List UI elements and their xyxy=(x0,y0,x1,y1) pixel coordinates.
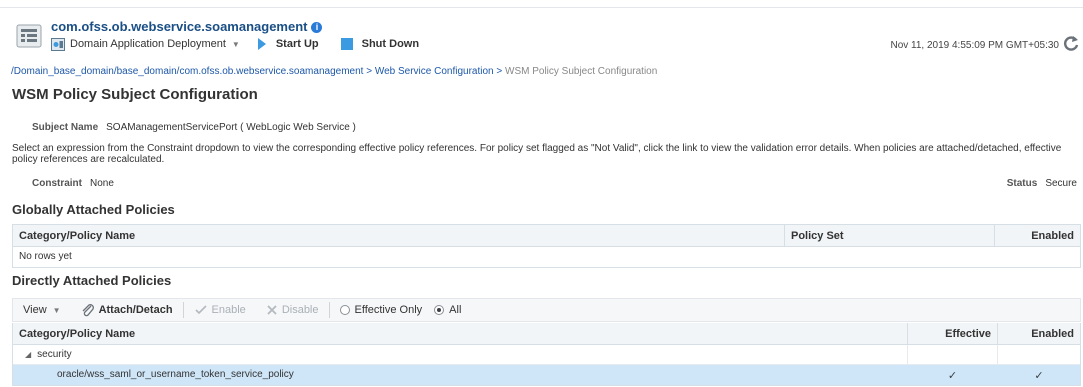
radio-unselected[interactable] xyxy=(339,305,350,315)
global-policies-title: Globally Attached Policies xyxy=(12,202,175,217)
domain-deployment-menu[interactable]: Domain Application Deployment xyxy=(70,38,226,50)
global-policies-table: Category/Policy Name Policy Set Enabled … xyxy=(12,224,1081,268)
paperclip-icon xyxy=(82,304,94,317)
subject-name-value: SOAManagementServicePort ( WebLogic Web … xyxy=(106,122,356,133)
description-text: Select an expression from the Constraint… xyxy=(12,143,1062,165)
attach-detach-button[interactable]: Attach/Detach xyxy=(71,299,183,321)
start-up-button[interactable]: Start Up xyxy=(257,38,319,50)
column-header-policy-name[interactable]: Category/Policy Name xyxy=(13,323,908,344)
check-icon xyxy=(194,305,207,315)
shut-down-label: Shut Down xyxy=(361,38,420,50)
enable-button[interactable]: Enable xyxy=(184,299,256,321)
timestamp: Nov 11, 2019 4:55:09 PM GMT+05:30 xyxy=(890,40,1059,51)
play-icon xyxy=(257,38,266,50)
table-header: Category/Policy Name Policy Set Enabled xyxy=(13,225,1080,247)
all-label: All xyxy=(449,304,462,316)
breadcrumb: /Domain_base_domain/base_domain/com.ofss… xyxy=(11,66,657,77)
deployment-icon xyxy=(51,37,65,51)
table-header: Category/Policy Name Effective Enabled xyxy=(13,323,1080,345)
category-name: security xyxy=(37,349,72,360)
chevron-down-icon[interactable]: ▼ xyxy=(232,40,240,49)
view-label: View xyxy=(23,304,47,316)
status-field: Status Secure xyxy=(1007,178,1077,189)
constraint-value: None xyxy=(90,178,114,189)
breadcrumb-link-ws-config[interactable]: Web Service Configuration xyxy=(375,66,494,77)
subject-name-field: Subject Name SOAManagementServicePort ( W… xyxy=(32,122,356,133)
all-radio[interactable]: All xyxy=(432,299,471,321)
collapse-triangle-icon[interactable]: ◢ xyxy=(25,350,31,359)
enabled-cell xyxy=(998,345,1080,364)
breadcrumb-separator: > xyxy=(363,66,375,77)
status-value: Secure xyxy=(1045,178,1077,189)
direct-policies-title: Directly Attached Policies xyxy=(12,273,172,288)
stop-icon xyxy=(340,38,353,50)
constraint-field: Constraint None xyxy=(32,178,114,189)
disable-label: Disable xyxy=(281,304,319,316)
column-header-effective[interactable]: Effective xyxy=(908,323,998,344)
info-icon[interactable]: i xyxy=(311,22,323,33)
enable-label: Enable xyxy=(211,304,246,316)
empty-message: No rows yet xyxy=(19,251,72,262)
direct-policies-table: Category/Policy Name Effective Enabled ◢… xyxy=(12,323,1081,386)
status-label: Status xyxy=(1006,178,1038,189)
column-header-enabled[interactable]: Enabled xyxy=(998,323,1080,344)
x-icon xyxy=(267,305,277,315)
view-menu[interactable]: View ▼ xyxy=(13,299,71,321)
app-title: com.ofss.ob.webservice.soamanagement i xyxy=(51,19,323,34)
policy-name-cell: oracle/wss_saml_or_username_token_servic… xyxy=(13,365,908,385)
disable-button[interactable]: Disable xyxy=(256,299,329,321)
column-header-policy-set[interactable]: Policy Set xyxy=(785,225,995,246)
column-header-policy-name[interactable]: Category/Policy Name xyxy=(13,225,785,246)
enabled-check-icon: ✓ xyxy=(1034,370,1044,382)
breadcrumb-current: WSM Policy Subject Configuration xyxy=(505,66,658,77)
chevron-down-icon: ▼ xyxy=(52,305,61,315)
page-title: WSM Policy Subject Configuration xyxy=(12,86,258,103)
table-row-policy[interactable]: oracle/wss_saml_or_username_token_servic… xyxy=(13,365,1080,385)
effective-only-radio[interactable]: Effective Only xyxy=(330,299,433,321)
breadcrumb-link-app[interactable]: /Domain_base_domain/base_domain/com.ofss… xyxy=(11,66,363,77)
effective-cell xyxy=(908,345,998,364)
refresh-icon[interactable] xyxy=(1062,34,1080,52)
column-header-enabled[interactable]: Enabled xyxy=(995,225,1080,246)
table-row-category[interactable]: ◢ security xyxy=(13,345,1080,365)
app-menu-bar: Domain Application Deployment ▼ Start Up… xyxy=(51,37,419,51)
radio-selected[interactable] xyxy=(434,305,445,315)
policy-toolbar: View ▼ Attach/Detach Enable Disable Effe… xyxy=(12,298,1081,322)
app-header: com.ofss.ob.webservice.soamanagement i Do… xyxy=(6,18,1083,58)
app-title-text: com.ofss.ob.webservice.soamanagement xyxy=(51,19,308,34)
shut-down-button[interactable]: Shut Down xyxy=(340,38,420,50)
start-up-label: Start Up xyxy=(275,38,319,50)
effective-only-label: Effective Only xyxy=(354,304,423,316)
category-cell: ◢ security xyxy=(13,345,908,364)
effective-check-icon: ✓ xyxy=(908,365,998,385)
subject-name-label: Subject Name xyxy=(32,122,99,133)
attach-detach-label: Attach/Detach xyxy=(98,304,173,316)
top-strip xyxy=(0,0,1083,8)
constraint-label: Constraint xyxy=(32,178,82,189)
table-row-empty: No rows yet xyxy=(13,247,1080,267)
application-icon xyxy=(16,24,42,48)
breadcrumb-separator: > xyxy=(493,66,505,77)
